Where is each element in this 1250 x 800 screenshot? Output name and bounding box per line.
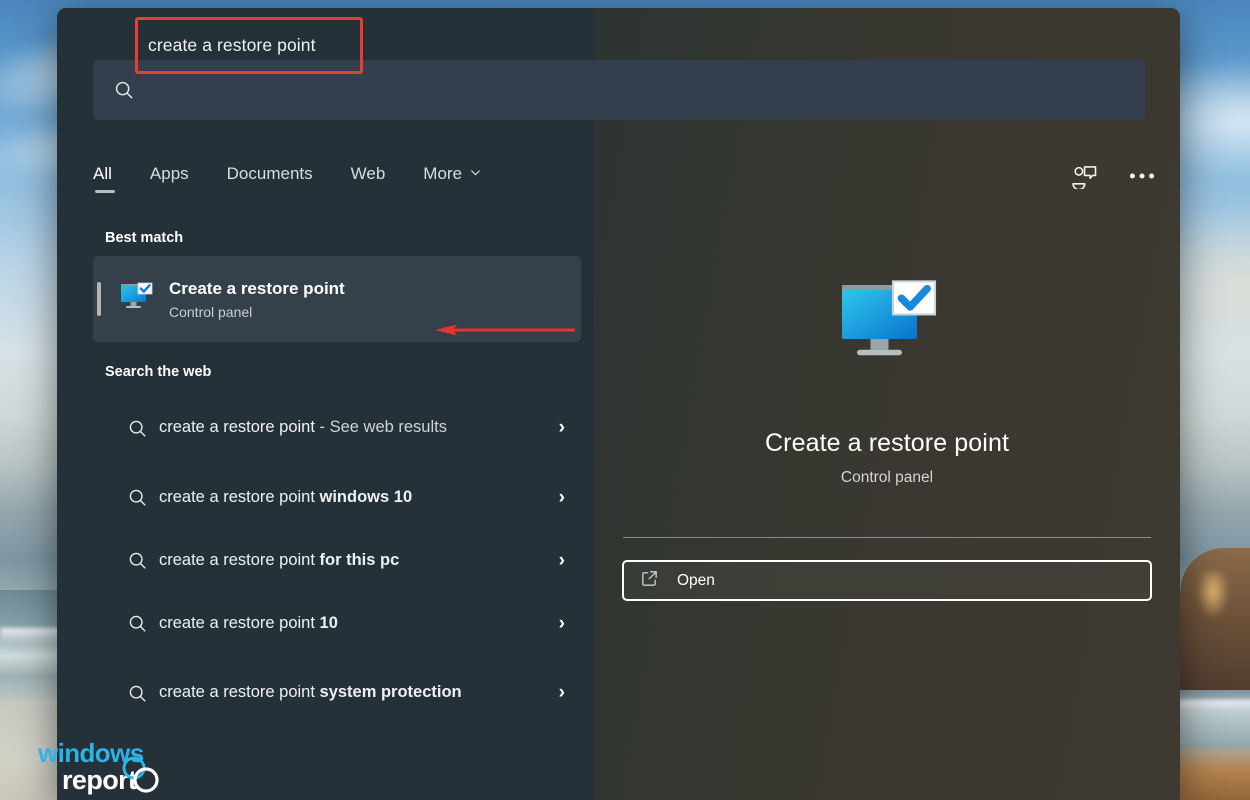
chevron-right-icon[interactable]: › <box>549 550 565 572</box>
search-input[interactable]: create a restore point <box>135 17 363 74</box>
tab-more-label: More <box>423 164 462 184</box>
filter-tab-bar: All Apps Documents Web More <box>93 156 1145 212</box>
web-result-label: create a restore point - See web results <box>159 417 549 439</box>
web-result-row[interactable]: create a restore point 10 › <box>93 592 581 655</box>
preview-title: Create a restore point <box>765 429 1009 458</box>
ocean-decoration <box>1178 690 1250 750</box>
feedback-icon[interactable] <box>1066 158 1102 194</box>
best-match-result[interactable]: Create a restore point Control panel <box>93 256 581 342</box>
cliff-decoration <box>1173 548 1250 698</box>
web-result-label: create a restore point system protection <box>159 682 549 704</box>
best-match-title: Create a restore point <box>169 279 345 299</box>
tab-all[interactable]: All <box>93 156 112 184</box>
chevron-right-icon[interactable]: › <box>549 487 565 509</box>
tab-more[interactable]: More <box>423 156 482 184</box>
search-the-web-section: Search the web create a restore point - … <box>93 364 593 731</box>
web-result-row[interactable]: create a restore point windows 10 › <box>93 466 581 529</box>
search-flyout-panel: create a restore point All Apps Document… <box>57 8 1180 800</box>
preview-subtitle: Control panel <box>841 469 933 487</box>
best-match-subtitle: Control panel <box>169 304 345 320</box>
preview-pane: Create a restore point Control panel Ope… <box>594 230 1180 800</box>
water-reflection-decoration <box>1178 748 1250 800</box>
chevron-right-icon[interactable]: › <box>549 613 565 635</box>
search-icon <box>115 550 159 571</box>
web-result-label: create a restore point 10 <box>159 613 549 635</box>
tab-documents-label: Documents <box>227 164 313 183</box>
search-icon <box>93 79 155 101</box>
search-icon <box>115 487 159 508</box>
preview-divider <box>623 537 1151 538</box>
web-result-label: create a restore point windows 10 <box>159 487 549 509</box>
web-result-label: create a restore point for this pc <box>159 550 549 572</box>
tab-documents[interactable]: Documents <box>227 156 313 184</box>
web-result-row[interactable]: create a restore point - See web results… <box>93 390 581 466</box>
tab-apps-label: Apps <box>150 164 189 183</box>
tab-bar-actions <box>1066 158 1160 194</box>
monitor-check-icon <box>836 276 938 377</box>
tab-apps[interactable]: Apps <box>150 156 189 184</box>
selection-accent-bar <box>97 282 101 316</box>
web-result-row[interactable]: create a restore point for this pc › <box>93 529 581 592</box>
search-the-web-heading: Search the web <box>105 364 593 380</box>
open-button[interactable]: Open <box>622 560 1152 601</box>
search-input-value: create a restore point <box>148 35 316 56</box>
chevron-right-icon[interactable]: › <box>549 682 565 704</box>
search-icon <box>115 418 159 439</box>
surf-decoration <box>1178 700 1250 714</box>
open-button-label: Open <box>677 572 715 590</box>
results-column: Best match <box>93 230 593 800</box>
best-match-heading: Best match <box>105 230 593 246</box>
external-link-icon <box>640 569 659 593</box>
tab-all-label: All <box>93 164 112 183</box>
chevron-down-icon <box>469 164 482 184</box>
monitor-check-icon <box>119 281 153 318</box>
search-icon <box>115 613 159 634</box>
tab-web[interactable]: Web <box>351 156 386 184</box>
chevron-right-icon[interactable]: › <box>549 417 565 439</box>
web-result-row[interactable]: create a restore point system protection… <box>93 655 581 731</box>
search-icon <box>115 683 159 704</box>
tab-web-label: Web <box>351 164 386 183</box>
desktop-wallpaper: create a restore point All Apps Document… <box>0 0 1250 800</box>
cliff-highlight-decoration <box>1196 572 1230 620</box>
ellipsis-icon[interactable] <box>1124 158 1160 194</box>
